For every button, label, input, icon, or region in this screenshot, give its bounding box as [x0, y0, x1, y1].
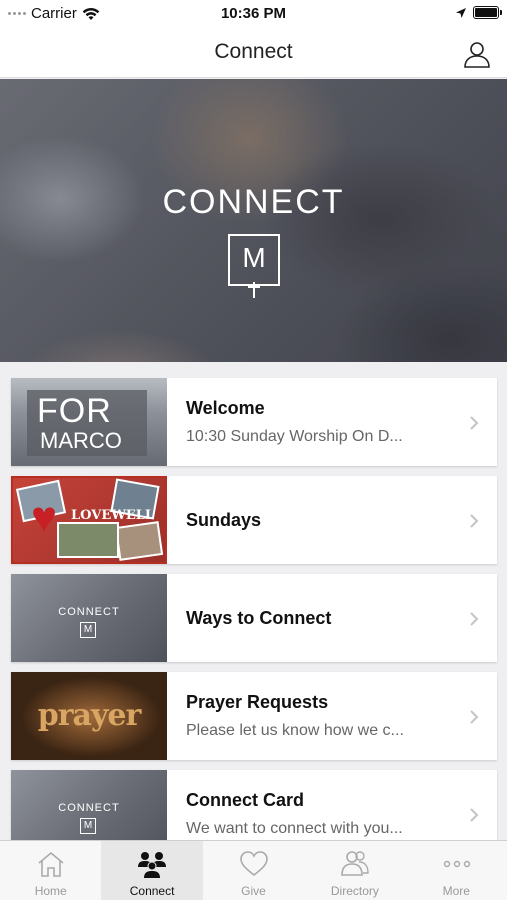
more-icon: [443, 860, 470, 868]
sundays-thumbnail: ♥ LOVEWELL: [11, 476, 167, 564]
thumb-text-lovewell: LOVEWELL: [71, 508, 155, 523]
thumb-text-connect: CONNECT: [58, 802, 120, 814]
list-item-sundays[interactable]: ♥ LOVEWELL Sundays: [11, 476, 497, 564]
list-item-prayer-requests[interactable]: prayer Prayer Requests Please let us kno…: [11, 672, 497, 760]
hero-banner: CONNECT M: [0, 79, 507, 362]
item-title: Ways to Connect: [186, 607, 332, 628]
tab-give[interactable]: Give: [203, 841, 304, 900]
nav-bar: Connect: [0, 28, 507, 78]
tab-connect[interactable]: Connect: [101, 841, 203, 900]
connect-icon: [138, 852, 167, 878]
list-item-ways-to-connect[interactable]: CONNECT M Ways to Connect: [11, 574, 497, 662]
thumb-text-marco: MARCO: [40, 428, 122, 453]
chevron-right-icon: [470, 808, 479, 822]
list-item-welcome[interactable]: FOR MARCO Welcome 10:30 Sunday Worship O…: [11, 378, 497, 466]
tab-label: More: [442, 884, 470, 898]
cross-icon: [248, 282, 260, 298]
status-right: [455, 6, 502, 19]
tab-home[interactable]: Home: [0, 841, 101, 900]
hero-title: CONNECT: [162, 183, 345, 221]
prayer-thumbnail: prayer: [11, 672, 167, 760]
thumb-logo-letter: M: [80, 818, 96, 834]
logo-letter: M: [242, 242, 266, 273]
battery-icon: [473, 6, 502, 19]
chevron-right-icon: [470, 416, 479, 430]
thumb-text-prayer: prayer: [37, 698, 142, 733]
tab-label: Connect: [129, 884, 175, 898]
thumb-text-for: FOR: [37, 392, 112, 430]
item-subtitle: Please let us know how we c...: [186, 722, 404, 739]
item-title: Sundays: [186, 509, 262, 530]
status-time: 10:36 PM: [220, 5, 287, 22]
item-title: Welcome: [186, 398, 265, 418]
tab-bar: Home Connect Give Directory More: [0, 840, 507, 900]
tab-more[interactable]: More: [406, 841, 507, 900]
item-subtitle: 10:30 Sunday Worship On D...: [186, 428, 403, 445]
status-bar: Carrier 10:36 PM: [0, 0, 507, 28]
chevron-right-icon: [470, 612, 479, 626]
item-subtitle: We want to connect with you...: [186, 820, 403, 837]
item-title: Connect Card: [186, 790, 305, 810]
page-title: Connect: [214, 40, 293, 63]
heart-graphic: ♥: [31, 493, 58, 542]
location-arrow-icon: [456, 7, 466, 18]
ways-to-connect-thumbnail: CONNECT M: [11, 574, 167, 662]
tab-directory[interactable]: Directory: [304, 841, 405, 900]
chevron-right-icon: [470, 710, 479, 724]
tab-label: Give: [241, 884, 266, 898]
church-logo: M: [228, 234, 280, 298]
heart-icon: [239, 851, 268, 877]
item-title: Prayer Requests: [186, 692, 329, 712]
chevron-right-icon: [470, 514, 479, 528]
thumb-text-connect: CONNECT: [58, 606, 120, 618]
home-icon: [38, 851, 64, 877]
welcome-thumbnail: FOR MARCO: [11, 378, 167, 466]
tab-label: Home: [34, 884, 67, 898]
profile-icon[interactable]: [463, 40, 491, 68]
directory-icon: [341, 851, 369, 876]
connect-list: FOR MARCO Welcome 10:30 Sunday Worship O…: [11, 378, 497, 868]
thumb-logo-letter: M: [80, 622, 96, 638]
tab-label: Directory: [330, 884, 379, 898]
